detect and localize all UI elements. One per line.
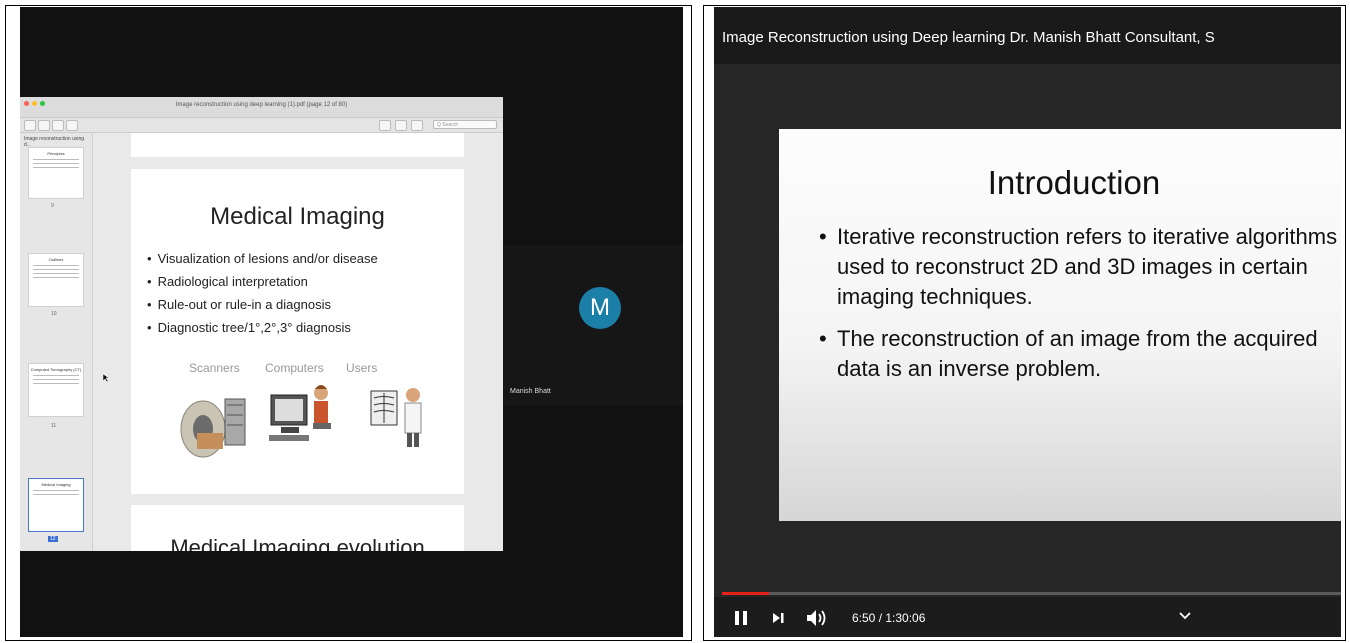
bullet-item: Iterative reconstruction refers to itera… [819, 222, 1339, 312]
pdf-window-title: Image reconstruction using deep learning… [175, 102, 348, 108]
pdf-thumbnail-sidebar: Image reconstruction using d... Principl… [20, 133, 93, 551]
mouse-cursor-icon [102, 373, 110, 383]
page-number: 11 [51, 423, 57, 429]
previous-page [131, 133, 464, 157]
pdf-titlebar: Image reconstruction using deep learning… [20, 97, 503, 118]
progress-fill [722, 592, 770, 595]
pdf-search-input[interactable]: Q Search [433, 120, 497, 129]
markup-button[interactable] [379, 120, 391, 131]
progress-bar[interactable] [722, 592, 1341, 595]
pause-icon[interactable] [734, 610, 748, 626]
slide-bullet-list: Visualization of lesions and/or disease … [147, 247, 378, 339]
sidebar-toggle-button[interactable] [24, 120, 36, 131]
right-panel: Image Reconstruction using Deep learning… [703, 5, 1346, 641]
pdf-toolbar: Q Search [20, 118, 503, 133]
page-number: 10 [51, 311, 57, 317]
page-number-selected: 12 [48, 536, 58, 542]
current-page: Medical Imaging Visualization of lesions… [131, 169, 464, 494]
page-thumbnail-selected[interactable]: Medical Imaging [28, 478, 84, 532]
page-number: 9 [51, 203, 54, 209]
video-player[interactable]: Image Reconstruction using Deep learning… [714, 7, 1341, 637]
scanner-clipart [180, 398, 246, 458]
bullet-item: Diagnostic tree/1°,2°,3° diagnosis [147, 316, 378, 339]
bullet-item: Rule-out or rule-in a diagnosis [147, 293, 378, 316]
share-button[interactable] [66, 120, 78, 131]
zoom-out-button[interactable] [38, 120, 50, 131]
rotate-button[interactable] [395, 120, 407, 131]
slide-bullet-list: Iterative reconstruction refers to itera… [819, 222, 1339, 396]
pdf-document-view[interactable]: Medical Imaging Visualization of lesions… [93, 133, 503, 551]
zoom-in-button[interactable] [52, 120, 64, 131]
share-page-button[interactable] [411, 120, 423, 131]
video-title[interactable]: Image Reconstruction using Deep learning… [722, 29, 1215, 46]
volume-icon[interactable] [806, 609, 828, 627]
page-thumbnail[interactable]: Outlines [28, 253, 84, 307]
bullet-item: The reconstruction of an image from the … [819, 324, 1339, 384]
next-page: Medical Imaging evolution [131, 505, 464, 551]
left-panel: Image reconstruction using deep learning… [5, 5, 692, 641]
participant-name: Manish Bhatt [510, 388, 551, 395]
video-slide: Introduction Iterative reconstruction re… [779, 129, 1341, 521]
users-label: Users [346, 361, 378, 375]
page-thumbnail[interactable]: Computed Tomography (CT) [28, 363, 84, 417]
slide-title: Medical Imaging [210, 203, 385, 230]
pdf-viewer-window: Image reconstruction using deep learning… [20, 97, 503, 551]
slide-title: Introduction [987, 164, 1161, 201]
next-icon[interactable] [772, 612, 786, 624]
page-thumbnail[interactable]: Principles [28, 147, 84, 199]
bullet-item: Visualization of lesions and/or disease [147, 247, 378, 270]
participant-avatar: M [579, 287, 621, 329]
time-display: 6:50 / 1:30:06 [852, 611, 926, 625]
computer-clipart [269, 385, 331, 441]
bullet-item: Radiological interpretation [147, 270, 378, 293]
chevron-down-icon[interactable] [1179, 612, 1191, 620]
next-slide-title: Medical Imaging evolution [170, 535, 425, 551]
meeting-screen: Image reconstruction using deep learning… [20, 7, 683, 637]
scanners-label: Scanners [189, 361, 240, 375]
player-controls: 6:50 / 1:30:06 [714, 597, 1341, 637]
computers-label: Computers [265, 361, 324, 375]
users-clipart [370, 388, 422, 447]
